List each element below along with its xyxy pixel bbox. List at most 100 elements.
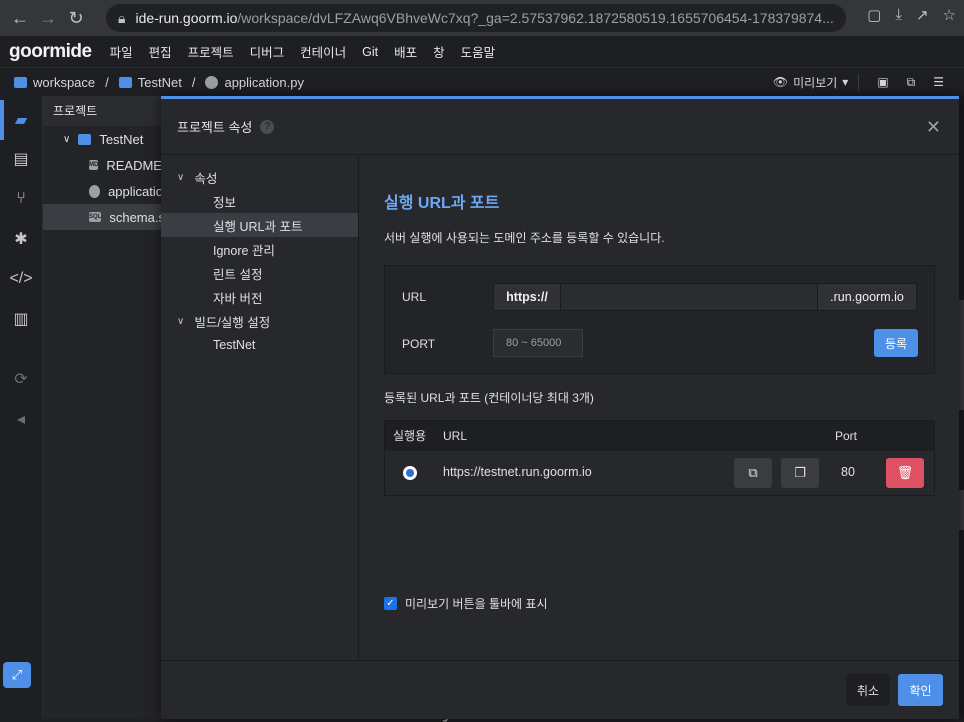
chevron-down-icon: ∨ xyxy=(177,171,185,183)
tree-file-application[interactable]: applicatio xyxy=(43,178,163,204)
lock-icon: 🔒︎ xyxy=(118,9,126,26)
menu-container[interactable]: 컨테이너 xyxy=(292,42,354,61)
expand-icon[interactable]: ⤢ xyxy=(3,662,31,688)
url-host: ide-run.goorm.io xyxy=(135,10,238,26)
row-url: https://testnet.run.goorm.io xyxy=(443,465,592,479)
show-preview-toggle[interactable]: ✓ 미리보기 버튼을 툴바에 표시 xyxy=(384,595,547,612)
url-form: URL https:// .run.goorm.io PORT 80 ~ 650… xyxy=(384,265,935,374)
reload-icon[interactable]: ↻ xyxy=(62,4,90,32)
file-label: applicatio xyxy=(108,183,163,199)
table-row: https://testnet.run.goorm.io ⧉ ❐ 80 🗑︎ xyxy=(385,451,934,495)
folder-icon xyxy=(78,133,92,145)
cancel-button[interactable]: 취소 xyxy=(846,674,890,706)
crumb-project[interactable]: TestNet xyxy=(118,74,182,90)
project-icon[interactable]: ▰ xyxy=(10,109,32,131)
menu-edit[interactable]: 편집 xyxy=(141,42,180,61)
port-input[interactable]: 80 ~ 65000 xyxy=(493,329,583,357)
copy-icon[interactable]: ❐ xyxy=(781,458,819,488)
confirm-button[interactable]: 확인 xyxy=(898,674,943,706)
nav-item-url-port[interactable]: 실행 URL과 포트 xyxy=(161,213,358,237)
dialog-nav: ∨ 속성 정보 실행 URL과 포트 Ignore 관리 린트 설정 자바 버전… xyxy=(161,155,359,660)
checklist-icon[interactable]: ▥ xyxy=(10,308,32,330)
back-icon[interactable]: ← xyxy=(6,4,34,32)
vscode-icon[interactable]: ◂ xyxy=(10,408,32,430)
file-label: README. xyxy=(106,157,166,173)
crumb-separator: / xyxy=(191,74,196,90)
preview-button[interactable]: 👁︎ 미리보기 ▾ xyxy=(772,73,860,91)
file-label: schema.s xyxy=(109,209,165,225)
menu-git[interactable]: Git xyxy=(354,45,386,59)
checkbox-checked[interactable]: ✓ xyxy=(384,597,397,610)
tree-root[interactable]: ∨ TestNet xyxy=(43,126,163,152)
section-description: 서버 실행에 사용되는 도메인 주소를 등록할 수 있습니다. xyxy=(384,231,665,245)
breadcrumb: workspace / TestNet / application.py 👁︎ … xyxy=(0,68,964,96)
close-icon[interactable]: ✕ xyxy=(926,117,941,138)
browser-toolbar: ← → ↻ 🔒︎ ide-run.goorm.io/workspace/dvLF… xyxy=(0,0,964,36)
eye-icon: 👁︎ xyxy=(772,75,789,89)
share-icon[interactable]: ↗ xyxy=(916,6,929,24)
col-header-url: URL xyxy=(443,429,468,443)
search-file-icon[interactable]: ☰ xyxy=(933,75,944,89)
tree-file-readme[interactable]: MD README. xyxy=(43,152,166,178)
menu-file[interactable]: 파일 xyxy=(102,42,141,61)
nav-group-label: 빌드/실행 설정 xyxy=(194,315,271,330)
crumb-file[interactable]: application.py xyxy=(205,75,304,90)
crumb-label: TestNet xyxy=(137,74,182,90)
outline-icon[interactable]: ▤ xyxy=(10,148,32,170)
clipboard-icon[interactable]: ▢ xyxy=(867,6,881,24)
nav-item-lint[interactable]: 린트 설정 xyxy=(161,261,358,285)
python-file-icon xyxy=(89,184,101,198)
git-branch-icon[interactable]: ⑂ xyxy=(10,188,32,210)
dialog-content: 실행 URL과 포트 서버 실행에 사용되는 도메인 주소를 등록할 수 있습니… xyxy=(360,155,959,660)
save-icon[interactable]: ▣ xyxy=(877,75,888,89)
project-properties-dialog: 프로젝트 속성 ? ✕ ∨ 속성 정보 실행 URL과 포트 Ignore 관리… xyxy=(161,96,959,719)
nav-group-label: 속성 xyxy=(194,171,218,186)
col-header-port: Port xyxy=(835,429,858,443)
registered-table: 실행용 URL Port https://testnet.run.goorm.i… xyxy=(384,420,935,496)
dialog-header: 프로젝트 속성 ? xyxy=(161,99,959,155)
menu-help[interactable]: 도움말 xyxy=(453,42,504,61)
url-path: /workspace/dvLFZAwq6VBhveWc7xq?_ga=2.575… xyxy=(237,10,834,26)
menu-debug[interactable]: 디버그 xyxy=(242,42,293,61)
trash-icon[interactable]: 🗑︎ xyxy=(886,458,924,488)
tree-file-schema[interactable]: SQL schema.s xyxy=(43,204,165,230)
nav-group-build-run[interactable]: ∨ 빌드/실행 설정 xyxy=(161,309,358,333)
star-icon[interactable]: ☆ xyxy=(943,6,956,24)
row-port: 80 xyxy=(841,465,855,479)
active-radio[interactable] xyxy=(403,466,417,480)
code-icon[interactable]: </> xyxy=(9,268,32,290)
forward-icon[interactable]: → xyxy=(34,4,62,32)
markdown-file-icon: MD xyxy=(89,160,99,170)
url-protocol: https:// xyxy=(493,283,561,311)
crumb-workspace[interactable]: workspace xyxy=(14,75,95,90)
python-icon xyxy=(205,75,219,89)
menu-deploy[interactable]: 배포 xyxy=(386,42,425,61)
sql-file-icon: SQL xyxy=(89,212,102,222)
preview-label: 미리보기 xyxy=(793,75,838,90)
ide-menubar: goormide 파일 편집 프로젝트 디버그 컨테이너 Git 배포 창 도움… xyxy=(0,36,964,68)
debug-bug-icon[interactable]: ✱ xyxy=(10,228,32,250)
address-bar[interactable]: 🔒︎ ide-run.goorm.io/workspace/dvLFZAwq6V… xyxy=(106,4,846,32)
active-indicator xyxy=(0,100,4,140)
nav-item-testnet[interactable]: TestNet xyxy=(161,333,358,357)
download-icon[interactable]: ⤓ xyxy=(895,6,902,24)
register-button[interactable]: 등록 xyxy=(874,329,918,357)
menu-window[interactable]: 창 xyxy=(425,42,453,61)
crumb-separator: / xyxy=(105,74,109,90)
nav-item-ignore[interactable]: Ignore 관리 xyxy=(161,237,358,261)
chevron-down-icon: ∨ xyxy=(63,133,71,145)
section-title: 실행 URL과 포트 xyxy=(384,195,500,212)
briefcase-icon xyxy=(118,76,132,88)
menu-project[interactable]: 프로젝트 xyxy=(180,42,242,61)
nav-item-java-version[interactable]: 자바 버전 xyxy=(161,285,358,309)
url-subdomain-input[interactable] xyxy=(560,283,818,311)
open-external-icon[interactable]: ⧉ xyxy=(734,458,772,488)
sync-icon[interactable]: ⟳ xyxy=(10,368,32,390)
project-explorer: 프로젝트 ∨ TestNet MD README. applicatio SQL… xyxy=(43,96,166,719)
explorer-title: 프로젝트 xyxy=(43,96,163,126)
nav-group-properties[interactable]: ∨ 속성 xyxy=(161,165,358,189)
nav-item-info[interactable]: 정보 xyxy=(161,189,358,213)
save-all-icon[interactable]: ⧉ xyxy=(907,75,916,90)
help-icon[interactable]: ? xyxy=(260,119,275,134)
dialog-footer: 취소 확인 xyxy=(161,660,959,722)
